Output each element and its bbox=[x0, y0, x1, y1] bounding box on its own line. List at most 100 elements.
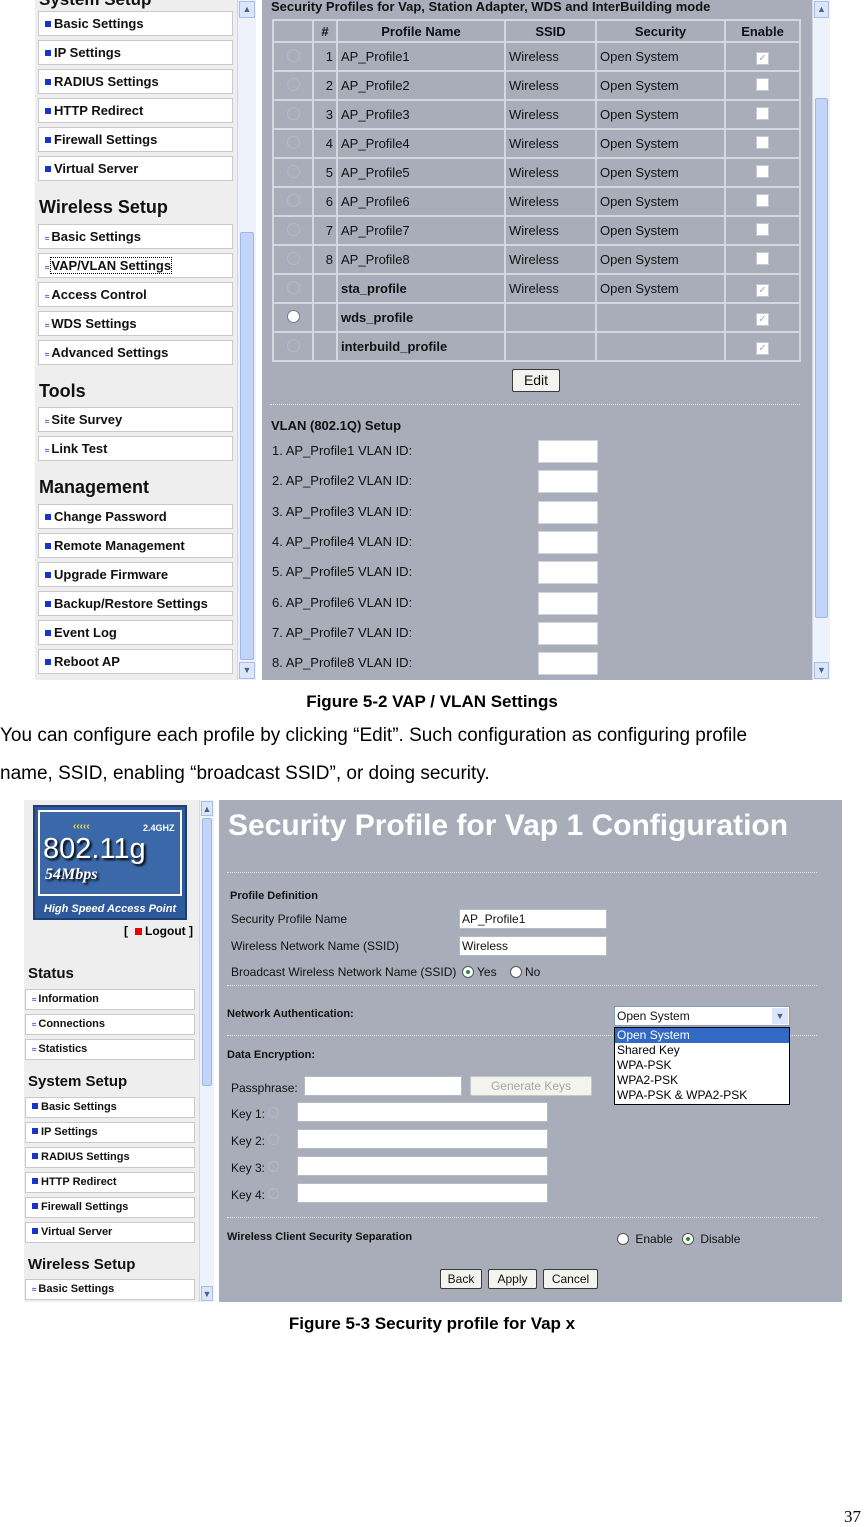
ssid-input[interactable]: Wireless bbox=[459, 936, 607, 956]
enable-checkbox[interactable] bbox=[756, 222, 769, 236]
sidebar-item[interactable]: ≈ Advanced Settings bbox=[38, 340, 233, 365]
key-radio[interactable] bbox=[268, 1107, 279, 1118]
passphrase-input[interactable] bbox=[304, 1076, 462, 1096]
enable-checkbox[interactable] bbox=[756, 106, 769, 120]
sidebar-item[interactable]: IP Settings bbox=[25, 1122, 195, 1143]
sidebar-item[interactable]: HTTP Redirect bbox=[25, 1172, 195, 1193]
key-input[interactable] bbox=[297, 1183, 548, 1203]
key-radio[interactable] bbox=[268, 1134, 279, 1145]
enable-checkbox[interactable]: ✓ bbox=[756, 51, 769, 65]
scroll-down-icon[interactable]: ▼ bbox=[814, 662, 829, 679]
sidebar-item[interactable]: ≈ Site Survey bbox=[38, 407, 233, 432]
scroll-thumb[interactable] bbox=[240, 232, 254, 660]
row-radio[interactable] bbox=[286, 164, 300, 178]
row-radio[interactable] bbox=[286, 280, 300, 294]
enable-checkbox[interactable]: ✓ bbox=[756, 312, 769, 326]
scroll-thumb[interactable] bbox=[815, 98, 828, 618]
vlan-id-input[interactable] bbox=[538, 652, 598, 676]
sidebar-item[interactable]: ≈ Connections bbox=[25, 1014, 195, 1035]
row-radio[interactable] bbox=[286, 106, 300, 120]
sidebar-item[interactable]: Event Log bbox=[38, 620, 233, 645]
enable-checkbox[interactable] bbox=[756, 251, 769, 265]
vlan-id-input[interactable] bbox=[538, 621, 598, 645]
row-radio[interactable] bbox=[286, 135, 300, 149]
sidebar-item[interactable]: Change Password bbox=[38, 504, 233, 529]
edit-button[interactable]: Edit bbox=[512, 369, 560, 392]
enable-checkbox[interactable]: ✓ bbox=[756, 341, 769, 355]
network-auth-option[interactable]: WPA2-PSK bbox=[615, 1073, 789, 1088]
enable-checkbox[interactable] bbox=[756, 77, 769, 91]
sidebar-item[interactable]: Basic Settings bbox=[25, 1097, 195, 1118]
row-radio[interactable] bbox=[286, 309, 300, 323]
network-auth-option[interactable]: Open System bbox=[615, 1028, 789, 1043]
broadcast-yes-radio[interactable]: Yes bbox=[462, 965, 497, 979]
sidebar-item[interactable]: ≈ VAP/VLAN Settings bbox=[38, 253, 233, 278]
back-button[interactable]: Back bbox=[440, 1269, 482, 1289]
sidebar-item[interactable]: ≈ Basic Settings bbox=[38, 224, 233, 249]
row-radio[interactable] bbox=[286, 338, 300, 352]
key-input[interactable] bbox=[297, 1156, 548, 1176]
sidebar-item[interactable]: HTTP Redirect bbox=[38, 98, 233, 123]
sidebar-item[interactable]: Upgrade Firmware bbox=[38, 562, 233, 587]
sidebar-item[interactable]: ≈ WDS Settings bbox=[38, 311, 233, 336]
vlan-id-input[interactable] bbox=[538, 470, 598, 494]
broadcast-no-radio[interactable]: No bbox=[510, 965, 540, 979]
row-radio[interactable] bbox=[286, 251, 300, 265]
sidebar-item[interactable]: ≈ Statistics bbox=[25, 1039, 195, 1060]
key-input[interactable] bbox=[297, 1129, 548, 1149]
scroll-down-icon[interactable]: ▼ bbox=[201, 1286, 213, 1301]
cancel-button[interactable]: Cancel bbox=[543, 1269, 598, 1289]
apply-button[interactable]: Apply bbox=[488, 1269, 537, 1289]
sidebar-item[interactable]: Virtual Server bbox=[38, 156, 233, 181]
sidebar-item[interactable]: ≈ Link Test bbox=[38, 436, 233, 461]
network-auth-option[interactable]: WPA-PSK & WPA2-PSK bbox=[615, 1088, 789, 1103]
network-auth-select[interactable]: Open System ▼ bbox=[614, 1006, 790, 1026]
row-radio[interactable] bbox=[286, 77, 300, 91]
sidebar-item[interactable]: RADIUS Settings bbox=[25, 1147, 195, 1168]
sidebar-item[interactable]: IP Settings bbox=[38, 40, 233, 65]
sidebar-item[interactable]: Remote Management bbox=[38, 533, 233, 558]
fig1-main-scrollbar[interactable]: ▲ ▼ bbox=[812, 0, 830, 680]
network-auth-option[interactable]: Shared Key bbox=[615, 1043, 789, 1058]
logout-label[interactable]: Logout bbox=[145, 924, 186, 938]
sidebar-item[interactable]: RADIUS Settings bbox=[38, 69, 233, 94]
fig1-sidebar-scrollbar[interactable]: ▲ ▼ bbox=[237, 0, 256, 680]
scroll-down-icon[interactable]: ▼ bbox=[239, 662, 255, 679]
row-radio[interactable] bbox=[286, 193, 300, 207]
profile-name-input[interactable]: AP_Profile1 bbox=[459, 909, 607, 929]
sidebar-item[interactable]: ≈ Information bbox=[25, 989, 195, 1010]
vlan-id-input[interactable] bbox=[538, 530, 598, 554]
row-radio[interactable] bbox=[286, 48, 300, 62]
separation-enable-radio[interactable]: Enable bbox=[617, 1232, 673, 1246]
sidebar-item[interactable]: Reboot AP bbox=[38, 649, 233, 674]
scroll-up-icon[interactable]: ▲ bbox=[239, 1, 255, 18]
key-radio[interactable] bbox=[268, 1188, 279, 1199]
sidebar-item[interactable]: Virtual Server bbox=[25, 1222, 195, 1243]
sidebar-item[interactable]: ≈ Access Control bbox=[38, 282, 233, 307]
key-radio[interactable] bbox=[268, 1161, 279, 1172]
enable-checkbox[interactable]: ✓ bbox=[756, 283, 769, 297]
chevron-down-icon[interactable]: ▼ bbox=[772, 1008, 788, 1024]
enable-checkbox[interactable] bbox=[756, 164, 769, 178]
enable-checkbox[interactable] bbox=[756, 135, 769, 149]
sidebar-item[interactable]: Basic Settings bbox=[38, 11, 233, 36]
enable-checkbox[interactable] bbox=[756, 193, 769, 207]
scroll-thumb[interactable] bbox=[202, 818, 212, 1086]
network-auth-option[interactable]: WPA-PSK bbox=[615, 1058, 789, 1073]
row-radio[interactable] bbox=[286, 222, 300, 236]
vlan-id-input[interactable] bbox=[538, 561, 598, 585]
sidebar-item[interactable]: Firewall Settings bbox=[25, 1197, 195, 1218]
generate-keys-button[interactable]: Generate Keys bbox=[470, 1076, 592, 1096]
fig2-sidebar-scrollbar[interactable]: ▲ ▼ bbox=[199, 800, 214, 1302]
vlan-id-input[interactable] bbox=[538, 500, 598, 524]
scroll-up-icon[interactable]: ▲ bbox=[201, 801, 213, 816]
separation-disable-radio[interactable]: Disable bbox=[682, 1232, 740, 1246]
sidebar-item[interactable]: Backup/Restore Settings bbox=[38, 591, 233, 616]
scroll-up-icon[interactable]: ▲ bbox=[814, 1, 829, 18]
sidebar-item[interactable]: Firewall Settings bbox=[38, 127, 233, 152]
sidebar-item[interactable]: ≈ Basic Settings bbox=[25, 1279, 195, 1300]
vlan-id-input[interactable] bbox=[538, 440, 598, 463]
key-input[interactable] bbox=[297, 1102, 548, 1122]
logout-link[interactable]: [ Logout ] bbox=[124, 924, 193, 938]
vlan-id-input[interactable] bbox=[538, 591, 598, 615]
